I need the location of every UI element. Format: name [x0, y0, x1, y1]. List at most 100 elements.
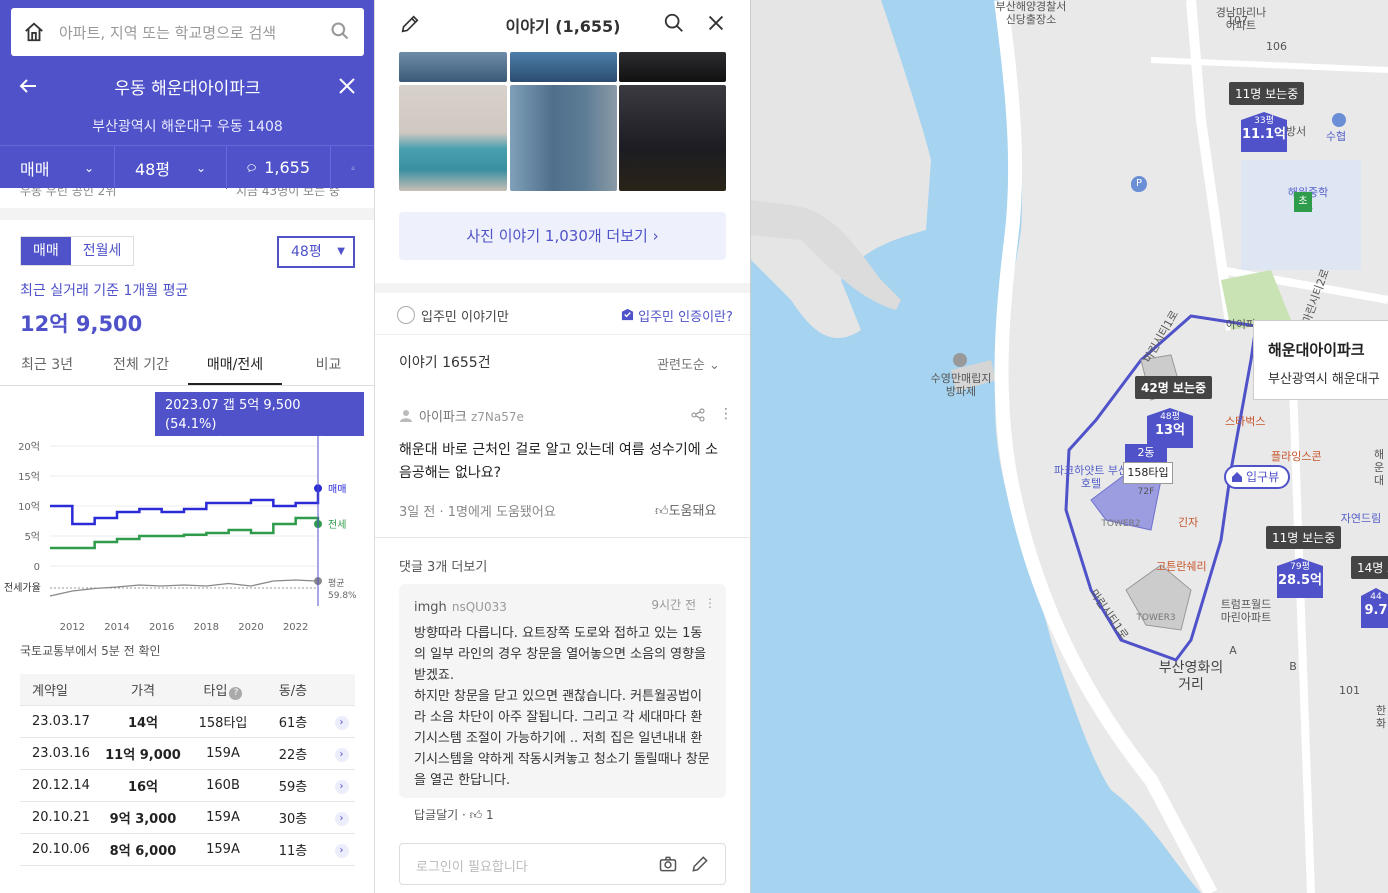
size-select-value: 48평 — [291, 244, 322, 260]
photo-thumb[interactable] — [619, 52, 726, 82]
row-detail-arrow[interactable]: › — [328, 810, 355, 826]
comment-author: imgh — [414, 600, 447, 615]
row-date: 20.10.06 — [32, 842, 90, 857]
pin-size: 44 — [1370, 592, 1382, 602]
post-uid: z7Na57e — [470, 410, 524, 424]
photo-thumb[interactable] — [399, 52, 507, 82]
search-box[interactable]: 아파트, 지역 또는 학교명으로 검색 — [11, 8, 364, 56]
post-author-line: 아이파크 z7Na57e — [399, 406, 729, 425]
row-floor: 61층 — [278, 716, 308, 731]
chevron-down-icon: ⌄ — [83, 160, 94, 175]
back-arrow-icon[interactable] — [16, 74, 40, 98]
row-price: 11억 9,000 — [105, 748, 181, 763]
map-view[interactable]: 부산해양경찰서 신당출장소 경남마리나 아파트 수영만매립지 방파제 부산영화의… — [751, 0, 1388, 893]
comments-button[interactable]: 1,655 — [227, 146, 331, 189]
helpful-button[interactable]: 👍︎도움돼요 — [655, 500, 716, 519]
map-label-107: 107 — [1227, 14, 1248, 27]
trade-dropdown[interactable]: 매매 ⌄ — [0, 146, 115, 189]
more-comments-link[interactable]: 댓글 3개 더보기 — [399, 556, 487, 575]
price-pin[interactable]: 44 9.7 — [1361, 588, 1388, 628]
resident-cert-link[interactable]: 입주민 인증이란? — [621, 306, 733, 325]
table-row[interactable]: 23.03.17 14억 158타입 61층 › — [20, 706, 355, 738]
price-pin[interactable]: 48평 13억 — [1147, 408, 1193, 448]
pencil-icon[interactable] — [690, 854, 710, 874]
popup-address: 부산광역시 해운대구 — [1268, 372, 1380, 387]
comments-count: 1,655 — [264, 158, 310, 177]
search-icon[interactable] — [330, 21, 350, 41]
tab-3y[interactable]: 최근 3년 — [0, 348, 94, 385]
property-body: 우동 우린 공인 2위 지금 43명이 보는 중 매매 전월세 48평 ▼ 최근 … — [0, 188, 374, 893]
complex-popup[interactable]: 해운대아이파크 부산광역시 해운대구 — [1253, 320, 1388, 400]
share-icon[interactable] — [691, 408, 705, 422]
dong-label[interactable]: 2동 — [1125, 444, 1167, 462]
thumbs-up-icon[interactable]: 👍︎ — [470, 808, 483, 822]
price-chart[interactable]: 20억 15억 10억 5억 0 2012 2014 2016 2018 2020 2022 매매 전세… — [0, 436, 374, 636]
help-icon[interactable]: ? — [229, 686, 243, 700]
search-input[interactable]: 아파트, 지역 또는 학교명으로 검색 — [59, 22, 276, 43]
row-detail-arrow[interactable]: › — [328, 714, 355, 730]
story-post: 아이파크 z7Na57e ⋮ 해운대 바로 근처인 걸로 알고 있는데 여름 성… — [399, 406, 733, 520]
table-row[interactable]: 20.10.06 8억 6,000 159A 11층 › — [20, 834, 355, 866]
more-photos-button[interactable]: 사진 이야기 1,030개 더보기 › — [399, 212, 726, 260]
map-label-cinema-street: 부산영화의 거리 — [1158, 660, 1224, 693]
user-icon — [400, 410, 412, 422]
row-detail-arrow[interactable]: › — [328, 746, 355, 762]
table-row[interactable]: 20.10.21 9억 3,000 159A 30층 › — [20, 802, 355, 834]
thumbs-up-icon: 👍︎ — [655, 504, 669, 519]
row-detail-arrow[interactable]: › — [328, 842, 355, 858]
pencil-icon[interactable] — [399, 13, 421, 35]
reply-link[interactable]: 답글달기 · — [414, 808, 466, 822]
row-price: 16억 — [127, 780, 159, 795]
reply-like-count: 1 — [486, 808, 494, 822]
filter-bar: 매매 ⌄ 48평 ⌄ 1,655 — [0, 145, 374, 189]
search-icon[interactable] — [663, 12, 685, 34]
ratio-axis-label: 전세가율 — [4, 582, 41, 594]
home-icon[interactable] — [23, 21, 45, 43]
pin-price: 9.7 — [1364, 603, 1388, 618]
sort-dropdown[interactable]: 관련도순 ⌄ — [657, 354, 720, 373]
col-type-label: 타입 — [203, 683, 228, 699]
size-select[interactable]: 48평 ▼ — [277, 236, 355, 268]
table-row[interactable]: 23.03.16 11억 9,000 159A 22층 › — [20, 738, 355, 770]
school-icon[interactable]: 초 — [1294, 192, 1312, 212]
period-tabs: 최근 3년 전체 기간 매매/전세 비교 — [0, 348, 374, 386]
photo-thumb[interactable] — [510, 85, 617, 191]
tab-sale-rent[interactable]: 매매/전세 — [188, 348, 282, 385]
price-pin[interactable]: 33평 11.1억 — [1241, 112, 1287, 152]
bell-icon — [351, 166, 355, 170]
toggle-sale[interactable]: 매매 — [21, 237, 71, 265]
source-check-msg: 국토교통부에서 5분 전 확인 — [20, 644, 161, 658]
x-tick-label: 2022 — [283, 622, 308, 633]
avg-price: 12억 9,500 — [20, 312, 143, 336]
post-author: 아이파크 — [419, 410, 467, 425]
tab-compare[interactable]: 비교 — [282, 348, 374, 385]
ratio-end-value: 59.8% — [328, 591, 357, 601]
photo-thumb[interactable] — [399, 85, 507, 191]
comment-input[interactable]: 로그인이 필요합니다 — [399, 843, 726, 885]
entrance-view-button[interactable]: 입구뷰 — [1224, 465, 1290, 489]
size-label: 48평 — [135, 159, 171, 179]
more-icon[interactable]: ⋮ — [719, 406, 733, 422]
resident-only-label: 입주민 이야기만 — [421, 310, 509, 325]
photo-thumb[interactable] — [619, 85, 726, 191]
size-dropdown[interactable]: 48평 ⌄ — [115, 146, 227, 189]
resident-only-radio[interactable] — [397, 306, 415, 324]
close-icon[interactable] — [335, 74, 359, 98]
avg-caption: 최근 실거래 기준 1개월 평균 — [20, 283, 189, 299]
entrance-label: 입구뷰 — [1246, 470, 1280, 484]
close-icon[interactable] — [705, 12, 727, 34]
table-row[interactable]: 20.12.14 16억 160B 59층 › — [20, 770, 355, 802]
price-chart-svg: 20억 15억 10억 5억 0 2012 2014 2016 2018 2020 2022 매매전세… — [4, 436, 357, 633]
tab-all[interactable]: 전체 기간 — [94, 348, 188, 385]
toggle-rent[interactable]: 전월세 — [71, 237, 134, 265]
more-icon[interactable]: ⋮ — [704, 596, 716, 610]
photo-thumb[interactable] — [510, 52, 617, 82]
pin-size: 48평 — [1160, 412, 1180, 422]
camera-icon[interactable] — [658, 854, 678, 874]
price-pin[interactable]: 79평 28.5억 — [1277, 558, 1323, 598]
dong-floor-label: 72F — [1137, 487, 1155, 497]
reply-row: 답글달기 · 👍︎ 1 — [414, 806, 494, 823]
alert-button[interactable] — [331, 146, 374, 189]
story-panel: 이야기 (1,655) 사진 이야기 1,030개 더보기 › 입주민 이야기만… — [375, 0, 751, 893]
row-detail-arrow[interactable]: › — [328, 778, 355, 794]
